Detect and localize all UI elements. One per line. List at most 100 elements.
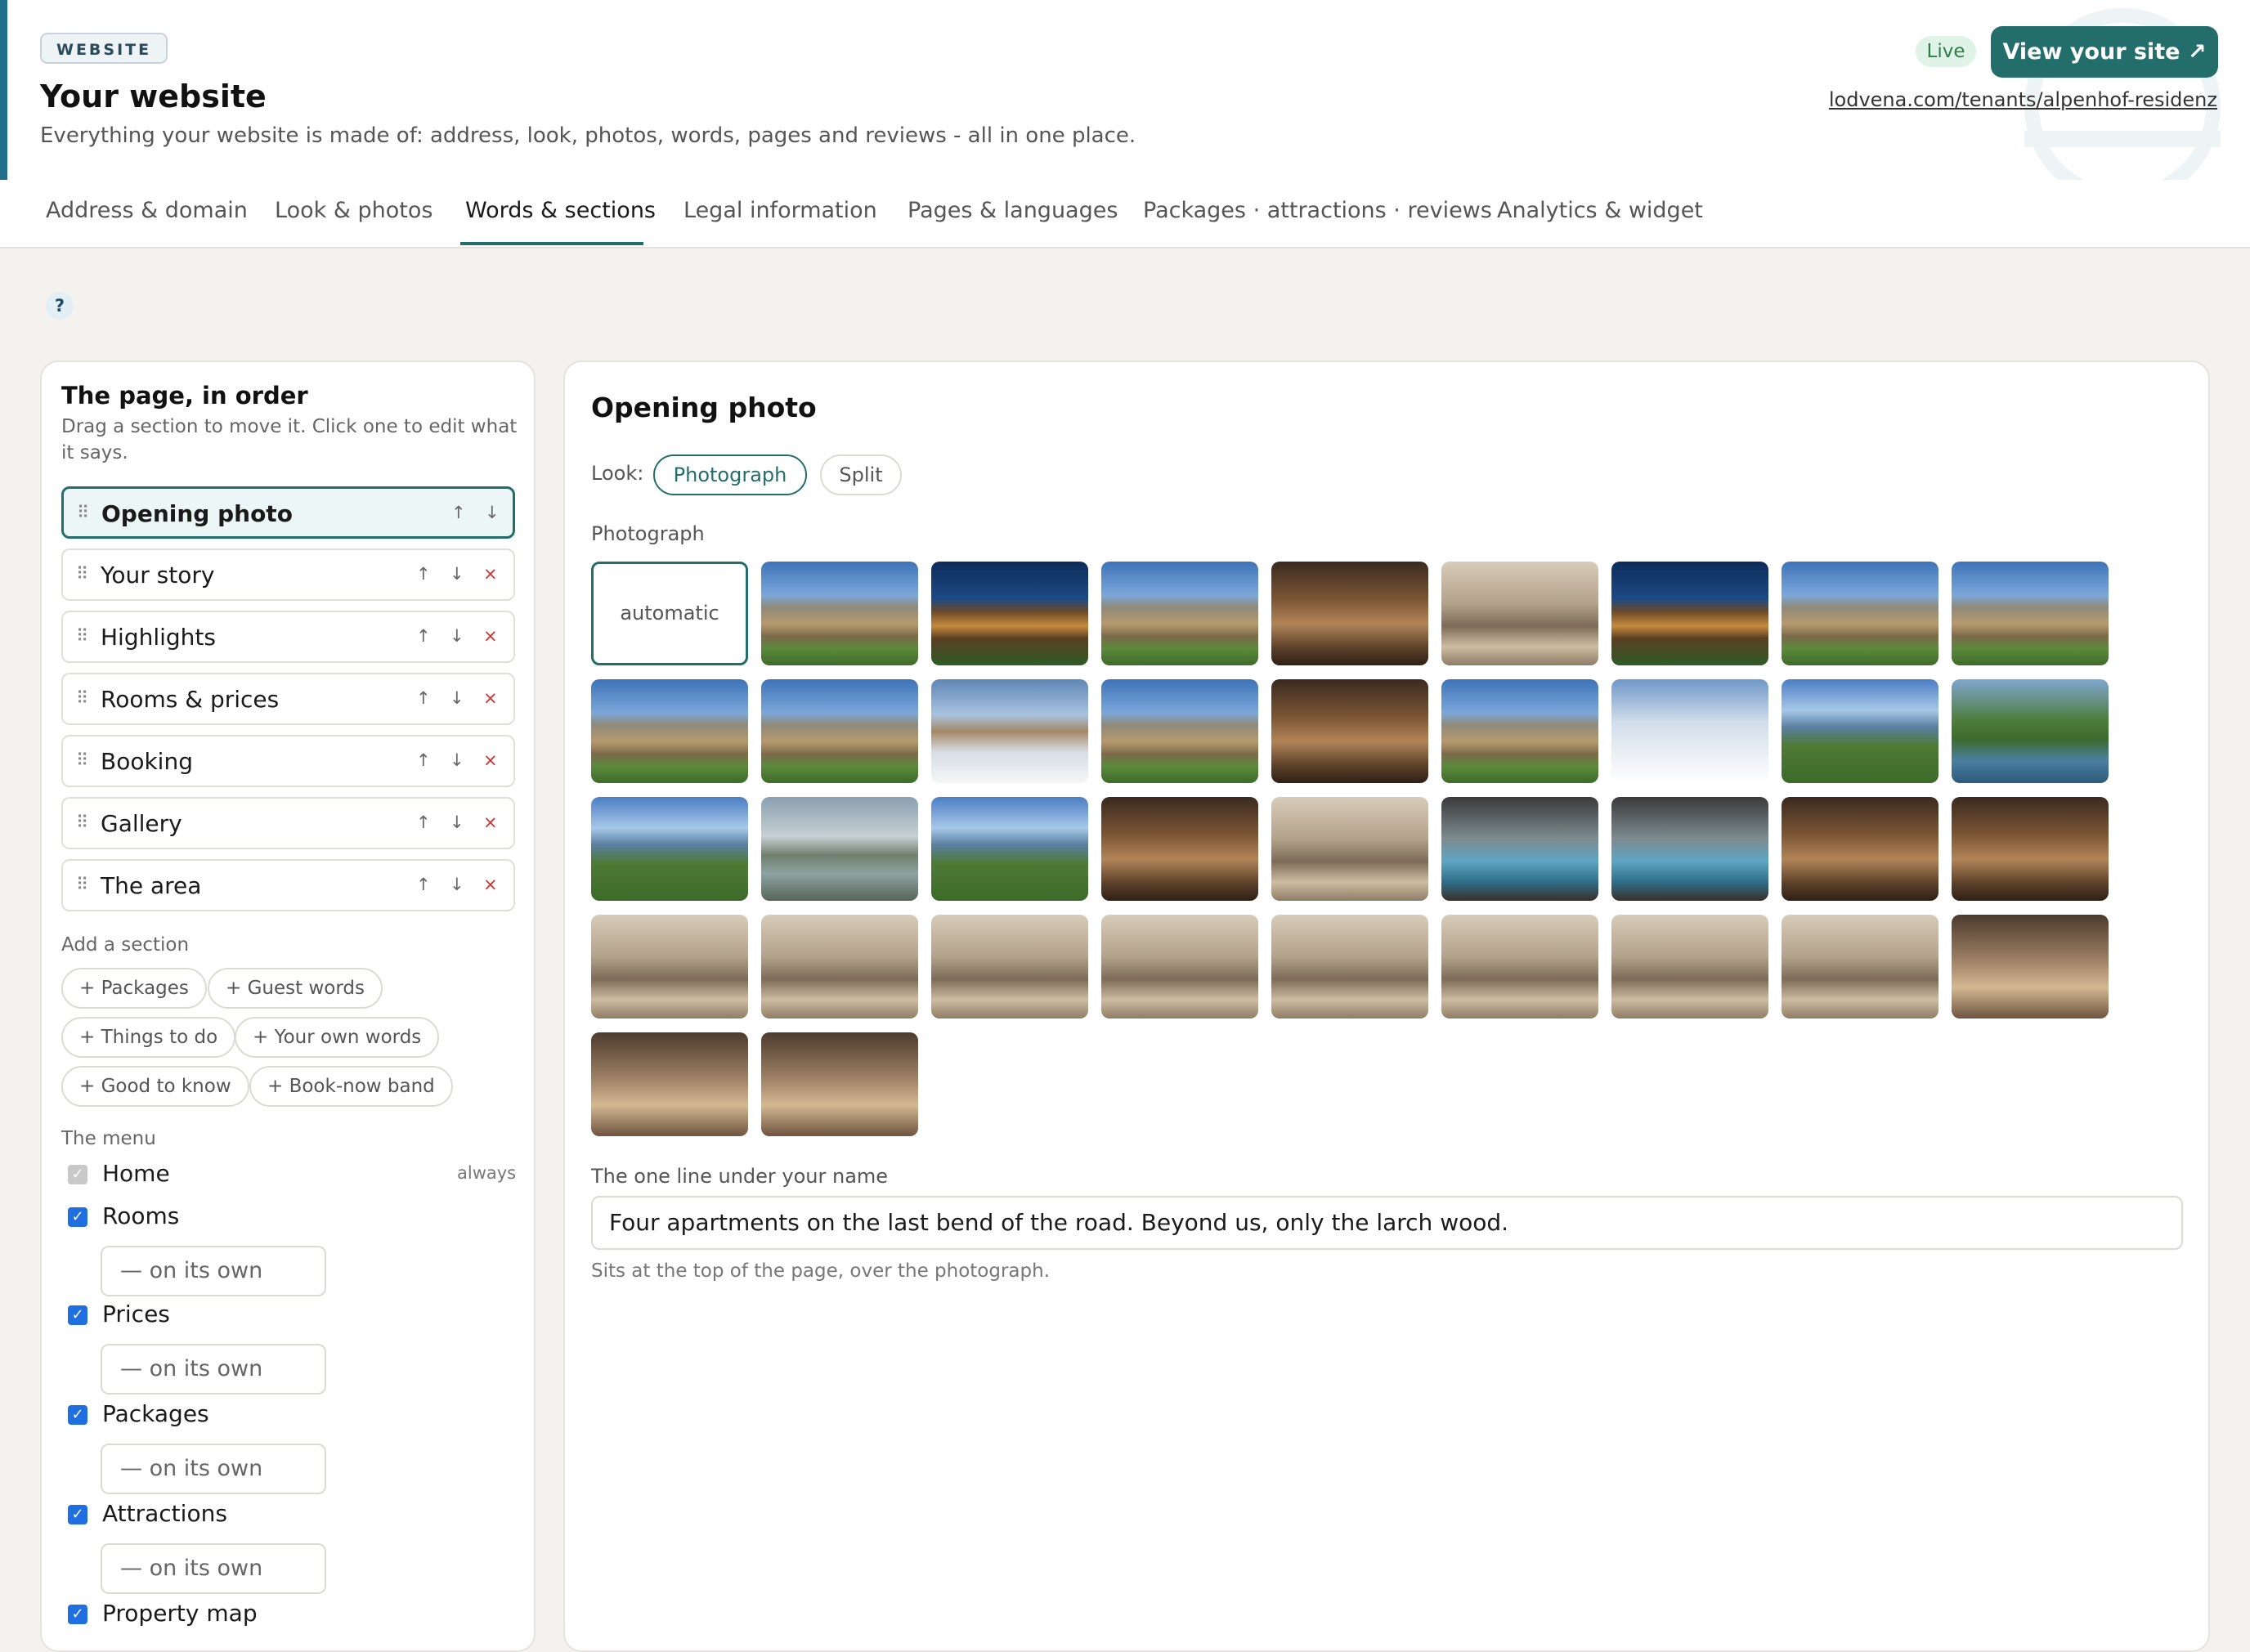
photo-thumbnail[interactable] (1611, 915, 1768, 1019)
photo-thumbnail[interactable] (1782, 915, 1938, 1019)
photo-thumbnail[interactable] (1271, 562, 1428, 665)
help-icon[interactable]: ? (46, 292, 74, 320)
attractions-placement-select[interactable]: — on its own (101, 1543, 326, 1594)
photo-thumbnail[interactable] (1952, 797, 2109, 901)
photo-thumbnail[interactable] (1782, 797, 1938, 901)
photo-thumbnail[interactable] (761, 1032, 918, 1136)
photo-thumbnail[interactable] (591, 915, 748, 1019)
photo-thumbnail[interactable] (1952, 915, 2109, 1019)
remove-section-icon[interactable]: × (483, 688, 498, 708)
drag-handle-icon[interactable]: ⠿ (76, 626, 88, 646)
move-down-icon[interactable]: ↓ (485, 503, 500, 522)
drag-handle-icon[interactable]: ⠿ (77, 503, 89, 522)
tab-look-photos[interactable]: Look & photos (275, 198, 433, 223)
checkbox-icon[interactable]: ✓ (68, 1605, 87, 1624)
photo-thumbnail[interactable] (1611, 797, 1768, 901)
photo-thumbnail[interactable] (761, 562, 918, 665)
photo-thumbnail[interactable] (1441, 797, 1598, 901)
photo-thumbnail[interactable] (761, 679, 918, 783)
photo-thumbnail[interactable] (591, 679, 748, 783)
photo-thumbnail[interactable] (931, 679, 1088, 783)
add-good-to-know-chip[interactable]: + Good to know (61, 1066, 249, 1107)
add-things-to-do-chip[interactable]: + Things to do (61, 1017, 236, 1058)
photo-thumbnail[interactable] (931, 797, 1088, 901)
checkbox-icon[interactable]: ✓ (68, 1405, 87, 1425)
site-url-link[interactable]: lodvena.com/tenants/alpenhof-residenz (1829, 88, 2217, 111)
look-split-toggle[interactable]: Split (820, 454, 902, 495)
drag-handle-icon[interactable]: ⠿ (76, 875, 88, 894)
move-up-icon[interactable]: ↑ (451, 503, 466, 522)
photo-thumbnail[interactable] (591, 1032, 748, 1136)
photo-thumbnail[interactable] (1101, 915, 1258, 1019)
remove-section-icon[interactable]: × (483, 813, 498, 832)
drag-handle-icon[interactable]: ⠿ (76, 564, 88, 584)
tab-analytics-widget[interactable]: Analytics & widget (1497, 198, 1703, 223)
photo-thumbnail[interactable] (761, 797, 918, 901)
move-down-icon[interactable]: ↓ (450, 875, 464, 894)
tab-address-domain[interactable]: Address & domain (46, 198, 248, 223)
remove-section-icon[interactable]: × (483, 750, 498, 770)
drag-handle-icon[interactable]: ⠿ (76, 750, 88, 770)
photo-thumbnail[interactable] (1101, 679, 1258, 783)
move-down-icon[interactable]: ↓ (450, 688, 464, 708)
photo-thumbnail[interactable] (1611, 679, 1768, 783)
move-down-icon[interactable]: ↓ (450, 750, 464, 770)
photo-thumbnail[interactable] (1441, 679, 1598, 783)
checkbox-icon[interactable]: ✓ (68, 1207, 87, 1227)
photo-thumbnail[interactable] (1611, 562, 1768, 665)
section-row-the-area[interactable]: ⠿ The area ↑ ↓ × (61, 859, 515, 911)
section-row-opening-photo[interactable]: ⠿ Opening photo ↑ ↓ (61, 486, 515, 539)
section-row-highlights[interactable]: ⠿ Highlights ↑ ↓ × (61, 611, 515, 663)
move-up-icon[interactable]: ↑ (416, 626, 431, 646)
section-row-gallery[interactable]: ⠿ Gallery ↑ ↓ × (61, 797, 515, 849)
add-your-own-words-chip[interactable]: + Your own words (235, 1017, 440, 1058)
look-photograph-toggle[interactable]: Photograph (653, 454, 807, 495)
photo-thumbnail[interactable] (1952, 562, 2109, 665)
drag-handle-icon[interactable]: ⠿ (76, 813, 88, 832)
tab-legal-information[interactable]: Legal information (684, 198, 877, 223)
photo-automatic-option[interactable]: automatic (591, 562, 748, 665)
photo-thumbnail[interactable] (1271, 679, 1428, 783)
move-up-icon[interactable]: ↑ (416, 750, 431, 770)
move-up-icon[interactable]: ↑ (416, 813, 431, 832)
photo-thumbnail[interactable] (1952, 679, 2109, 783)
section-row-rooms-prices[interactable]: ⠿ Rooms & prices ↑ ↓ × (61, 673, 515, 725)
photo-thumbnail[interactable] (931, 915, 1088, 1019)
view-site-button[interactable]: View your site ↗ (1991, 26, 2218, 78)
remove-section-icon[interactable]: × (483, 564, 498, 584)
photo-thumbnail[interactable] (1441, 915, 1598, 1019)
move-up-icon[interactable]: ↑ (416, 688, 431, 708)
drag-handle-icon[interactable]: ⠿ (76, 688, 88, 708)
photo-thumbnail[interactable] (1441, 562, 1598, 665)
packages-placement-select[interactable]: — on its own (101, 1444, 326, 1494)
rooms-placement-select[interactable]: — on its own (101, 1246, 326, 1296)
tab-packages-attractions-reviews[interactable]: Packages · attractions · reviews (1143, 198, 1492, 223)
tab-pages-languages[interactable]: Pages & languages (908, 198, 1118, 223)
remove-section-icon[interactable]: × (483, 875, 498, 894)
photo-thumbnail[interactable] (591, 797, 748, 901)
tagline-input[interactable]: Four apartments on the last bend of the … (591, 1196, 2183, 1250)
photo-thumbnail[interactable] (761, 915, 918, 1019)
photo-thumbnail[interactable] (1101, 562, 1258, 665)
move-down-icon[interactable]: ↓ (450, 813, 464, 832)
prices-placement-select[interactable]: — on its own (101, 1344, 326, 1395)
move-up-icon[interactable]: ↑ (416, 875, 431, 894)
add-book-now-band-chip[interactable]: + Book-now band (249, 1066, 453, 1107)
checkbox-icon[interactable]: ✓ (68, 1505, 87, 1524)
section-row-your-story[interactable]: ⠿ Your story ↑ ↓ × (61, 548, 515, 601)
photo-thumbnail[interactable] (1782, 679, 1938, 783)
move-down-icon[interactable]: ↓ (450, 564, 464, 584)
photo-thumbnail[interactable] (1271, 797, 1428, 901)
photo-thumbnail[interactable] (931, 562, 1088, 665)
section-row-booking[interactable]: ⠿ Booking ↑ ↓ × (61, 735, 515, 787)
add-packages-chip[interactable]: + Packages (61, 968, 207, 1009)
add-guest-words-chip[interactable]: + Guest words (208, 968, 383, 1009)
move-down-icon[interactable]: ↓ (450, 626, 464, 646)
remove-section-icon[interactable]: × (483, 626, 498, 646)
photo-thumbnail[interactable] (1271, 915, 1428, 1019)
move-up-icon[interactable]: ↑ (416, 564, 431, 584)
tab-words-sections[interactable]: Words & sections (465, 198, 656, 223)
photo-thumbnail[interactable] (1101, 797, 1258, 901)
checkbox-icon[interactable]: ✓ (68, 1305, 87, 1325)
photo-thumbnail[interactable] (1782, 562, 1938, 665)
